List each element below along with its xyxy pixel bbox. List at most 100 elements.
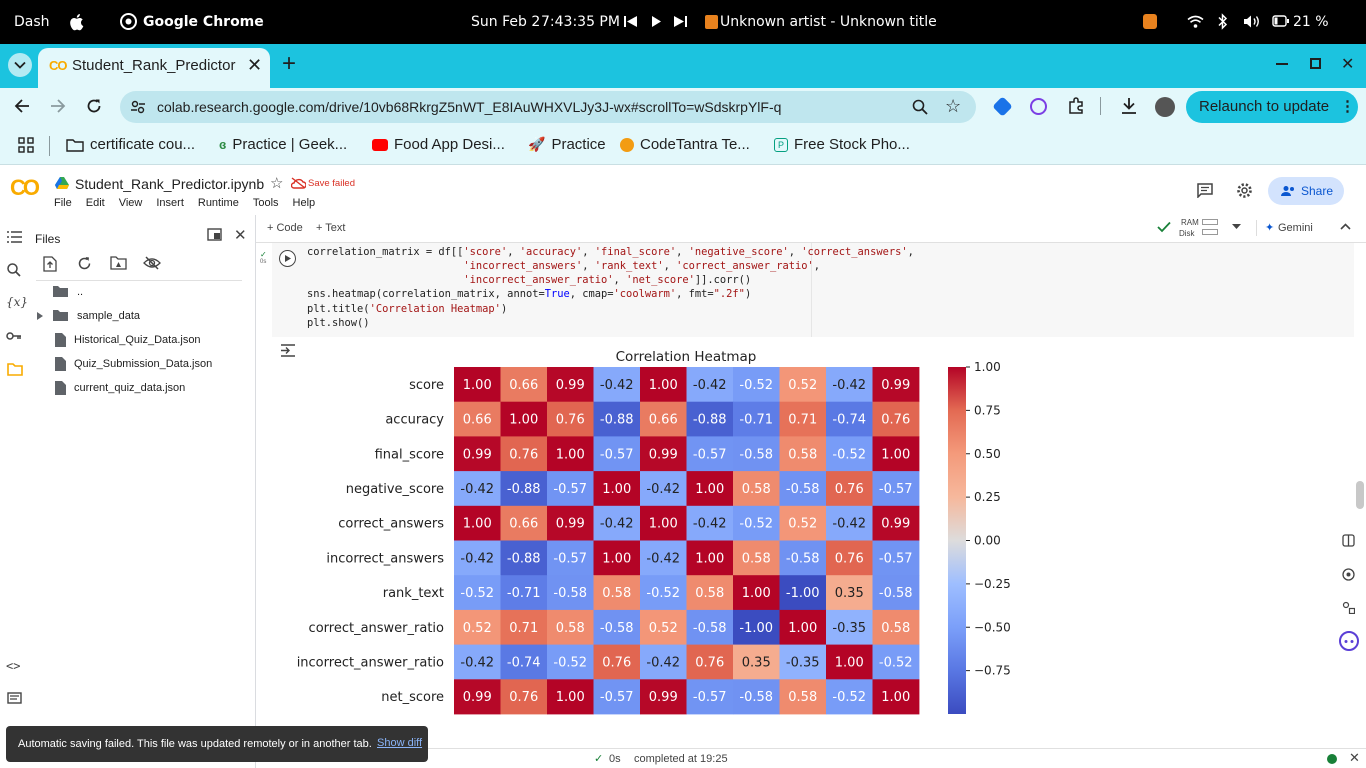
heatmap-cell-value: -0.57 [879,482,913,497]
menu-help[interactable]: Help [293,197,316,209]
command-palette-icon[interactable] [7,692,22,704]
url-text[interactable]: colab.research.google.com/drive/10vb68Rk… [157,99,897,115]
forward-arrow-icon[interactable] [50,98,66,114]
reload-icon[interactable] [86,98,102,114]
code-line[interactable]: 'incorrect_answers', 'rank_text', 'corre… [307,260,820,272]
connected-check-icon[interactable] [1157,221,1171,233]
previous-track-icon[interactable] [624,15,638,28]
tab-search-button[interactable] [8,53,32,77]
menu-file[interactable]: File [54,197,72,209]
terminal-icon[interactable] [1342,568,1355,581]
run-cell-button[interactable] [279,250,296,267]
files-folder-icon[interactable] [7,363,23,376]
star-notebook-icon[interactable]: ☆ [270,174,283,192]
add-text-button[interactable]: + Text [316,222,345,234]
status-exec-time[interactable]: 0s [609,753,621,765]
notebook-name[interactable]: Student_Rank_Predictor.ipynb [75,176,264,192]
close-panel-icon[interactable]: ✕ [234,226,247,244]
code-line[interactable]: correlation_matrix = df[['score', 'accur… [307,246,914,258]
status-completed[interactable]: completed at 19:25 [634,753,728,765]
mount-drive-icon[interactable] [110,256,127,270]
bookmark-item[interactable]: Food App Desi... [372,136,505,153]
assistant-icon[interactable] [1339,631,1359,651]
code-line[interactable]: plt.show() [307,317,370,329]
site-info-icon[interactable] [130,99,146,115]
file-item[interactable]: Quiz_Submission_Data.json [55,357,212,371]
toggle-hidden-files-icon[interactable] [143,256,161,270]
docs-icon[interactable] [1342,534,1355,547]
bookmark-item[interactable]: 🚀 Practice [528,136,606,153]
time-label[interactable]: 7:43:35 PM [541,14,620,30]
scrollbar-thumb[interactable] [1356,481,1364,509]
extension-assistant-icon[interactable] [1030,98,1047,115]
share-button[interactable]: Share [1268,177,1344,205]
connection-status-dot[interactable] [1327,754,1337,764]
wifi-icon[interactable] [1187,15,1204,28]
code-line[interactable]: 'incorrect_answer_ratio', 'net_score']].… [307,274,751,286]
file-item[interactable]: current_quiz_data.json [55,381,185,395]
settings-gear-icon[interactable] [1236,182,1253,199]
zoom-icon[interactable] [912,99,928,115]
code-line[interactable]: plt.title('Correlation Heatmap') [307,303,507,315]
file-item-parent[interactable]: .. [52,285,83,298]
comments-icon[interactable] [1197,183,1213,198]
runtime-dropdown-icon[interactable] [1232,224,1241,230]
ram-meter[interactable] [1202,219,1218,225]
bookmark-item[interactable]: CodeTantra Te... [620,136,750,153]
restore-icon[interactable] [1310,58,1321,69]
menu-tools[interactable]: Tools [253,197,279,209]
menu-edit[interactable]: Edit [86,197,105,209]
browser-tab[interactable]: CO Student_Rank_Predictor ✕ [38,48,270,88]
address-bar[interactable]: colab.research.google.com/drive/10vb68Rk… [120,91,976,123]
save-status[interactable]: Save failed [308,178,355,189]
bookmark-star-icon[interactable]: ☆ [945,96,961,116]
tab-close-icon[interactable]: ✕ [247,56,262,74]
gemini-button[interactable]: Gemini [1278,222,1313,234]
refresh-files-icon[interactable] [77,256,92,271]
shapes-icon[interactable] [1342,601,1355,614]
code-snippets-icon[interactable]: <> [6,659,20,673]
upload-file-icon[interactable] [43,256,57,272]
back-arrow-icon[interactable] [14,98,30,114]
battery-percent[interactable]: 21 % [1293,14,1329,30]
window-close-icon[interactable]: ✕ [1341,54,1354,74]
file-item-folder[interactable]: sample_data [36,309,140,322]
menu-insert[interactable]: Insert [156,197,184,209]
disk-meter[interactable] [1202,229,1218,235]
date-label[interactable]: Sun Feb 2 [471,14,540,30]
tray-app-icon[interactable] [1143,14,1157,29]
profile-avatar[interactable] [1155,97,1175,117]
bluetooth-icon[interactable] [1217,13,1228,30]
secrets-key-icon[interactable] [6,331,22,341]
volume-icon[interactable] [1243,14,1261,29]
download-icon[interactable] [1120,97,1138,115]
extensions-puzzle-icon[interactable] [1067,97,1085,115]
active-app-name[interactable]: Google Chrome [143,14,264,30]
bookmark-item[interactable]: ɞ Practice | Geek... [219,136,347,153]
play-icon[interactable] [651,15,662,28]
dash-label[interactable]: Dash [14,14,50,30]
relaunch-button[interactable]: Relaunch to update ⋮ [1186,91,1358,123]
code-line[interactable]: sns.heatmap(correlation_matrix, annot=Tr… [307,288,751,300]
search-icon[interactable] [7,263,21,277]
minimize-icon[interactable] [1276,63,1288,65]
open-in-tab-icon[interactable] [207,228,222,241]
apps-grid-icon[interactable] [18,137,34,153]
next-track-icon[interactable] [673,15,687,28]
menu-view[interactable]: View [119,197,143,209]
status-close-icon[interactable]: ✕ [1349,750,1360,766]
show-diff-link[interactable]: Show diff [377,737,422,749]
variables-icon[interactable]: {x} [6,295,28,309]
collapse-header-icon[interactable] [1340,223,1351,230]
menu-runtime[interactable]: Runtime [198,197,239,209]
bookmark-item[interactable]: P Free Stock Pho... [774,136,910,153]
more-vert-icon[interactable]: ⋮ [1340,97,1355,115]
media-title[interactable]: Unknown artist - Unknown title [720,14,937,30]
new-tab-icon[interactable]: + [282,52,296,76]
colab-logo[interactable]: CO [10,175,40,201]
toc-icon[interactable] [7,231,22,243]
bookmark-item[interactable]: certificate cou... [66,136,195,153]
add-code-button[interactable]: + Code [267,222,303,234]
file-item[interactable]: Historical_Quiz_Data.json [55,333,201,347]
battery-icon[interactable] [1272,15,1289,27]
